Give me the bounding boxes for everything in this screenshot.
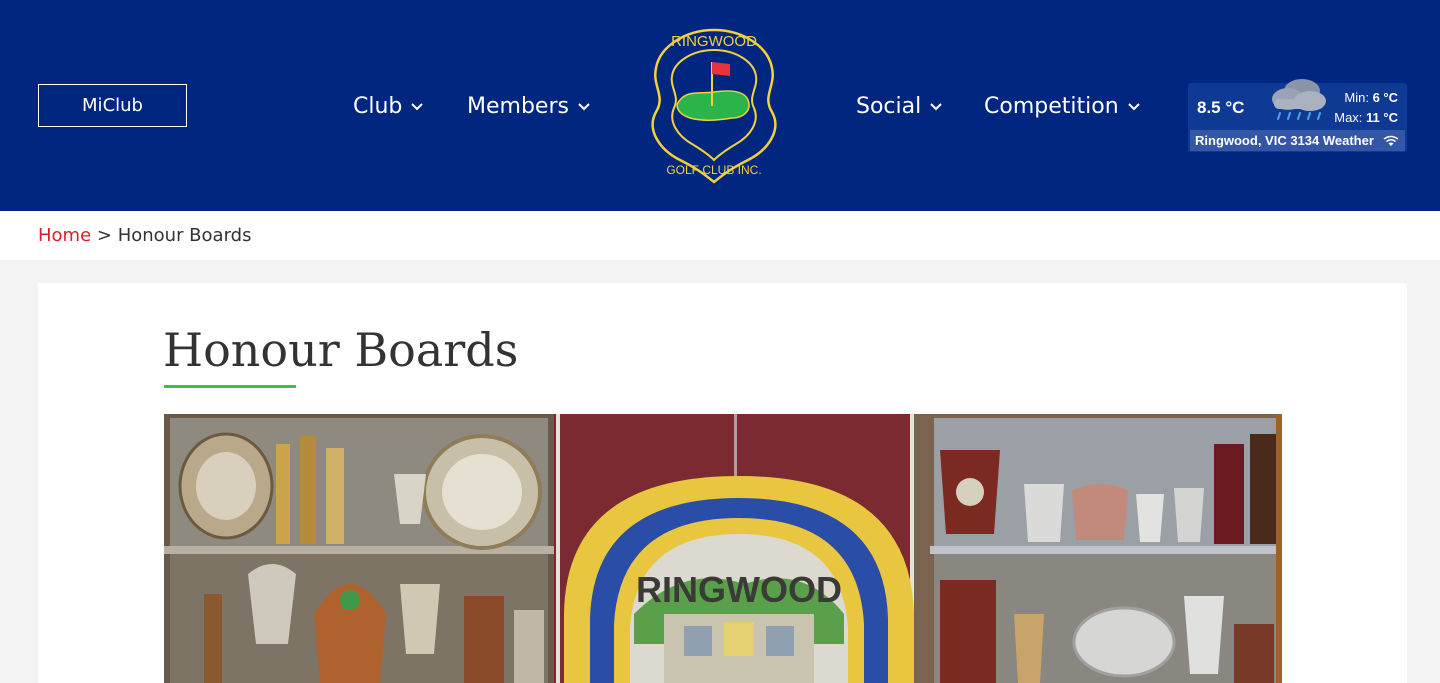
weather-max-value: 11 °C — [1366, 110, 1398, 125]
club-logo[interactable]: RINGWOOD GOLF CLUB INC. — [644, 24, 784, 186]
chevron-down-icon — [411, 103, 424, 111]
honour-boards-photo: RINGWOOD — [164, 414, 1282, 683]
breadcrumb-home-link[interactable]: Home — [38, 225, 91, 246]
breadcrumb-separator: > — [91, 225, 118, 246]
svg-text:RINGWOOD: RINGWOOD — [671, 33, 757, 50]
weather-minmax: Min: 6 °C Max: 11 °C — [1334, 88, 1398, 128]
breadcrumb-current: Honour Boards — [117, 225, 252, 246]
nav-social[interactable]: Social — [856, 90, 943, 122]
weather-max-label: Max: — [1334, 110, 1363, 125]
svg-text:RINGWOOD: RINGWOOD — [636, 569, 842, 610]
nav-competition-label: Competition — [984, 93, 1119, 119]
weather-min-label: Min: — [1344, 90, 1369, 105]
chevron-down-icon — [930, 103, 942, 111]
nav-club-label: Club — [353, 93, 403, 119]
breadcrumb: Home > Honour Boards — [38, 225, 251, 246]
signal-icon — [1383, 135, 1399, 146]
content-card: Honour Boards RINGWOOD — [38, 283, 1407, 683]
title-underline — [164, 385, 296, 388]
chevron-down-icon — [578, 103, 590, 111]
weather-min-value: 6 °C — [1372, 90, 1398, 105]
svg-text:GOLF CLUB INC.: GOLF CLUB INC. — [666, 163, 761, 177]
weather-widget[interactable]: 8.5 °C Min: 6 °C Max: 11 °C Ringwood, VI… — [1188, 79, 1407, 152]
rain-cloud-icon — [1272, 79, 1326, 120]
nav-club[interactable]: Club — [353, 90, 424, 122]
weather-location-bar[interactable]: Ringwood, VIC 3134 Weather — [1190, 130, 1405, 151]
nav-members[interactable]: Members — [467, 90, 591, 122]
nav-social-label: Social — [856, 93, 922, 119]
site-header: MiClub Club Members RINGWOOD GOLF CLUB I… — [0, 0, 1440, 211]
nav-members-label: Members — [467, 93, 569, 119]
page-title: Honour Boards — [163, 323, 519, 377]
weather-temperature: 8.5 °C — [1197, 98, 1245, 117]
miclub-button[interactable]: MiClub — [38, 84, 187, 127]
nav-competition[interactable]: Competition — [984, 90, 1141, 122]
weather-location: Ringwood, VIC 3134 Weather — [1195, 133, 1374, 148]
breadcrumb-bar: Home > Honour Boards — [0, 211, 1440, 260]
chevron-down-icon — [1127, 103, 1140, 111]
